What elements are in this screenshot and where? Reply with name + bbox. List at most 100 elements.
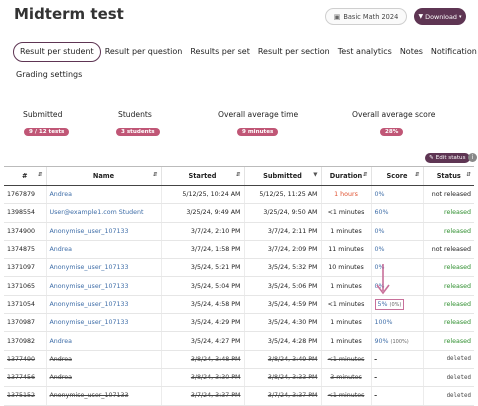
column-header-duration[interactable]: Duration ⇵ [320,166,371,186]
row-duration: 1 minutes [320,222,371,241]
row-submitted: 3/7/24, 2:11 PM [243,222,321,241]
sort-icon[interactable]: ⇵ [38,172,43,178]
row-status: released [422,258,474,278]
row-id: 1374900 [4,222,46,241]
row-started: 5/12/25, 10:24 AM [160,185,244,205]
row-status: not released [422,185,474,205]
row-submitted: 3/5/24, 4:59 PM [243,295,321,315]
row-id: 1398554 [4,203,46,223]
column-header-name[interactable]: Name ⇵ [45,166,161,186]
stat-avg-score-label: Overall average score [352,110,436,119]
row-score: - [370,368,423,388]
table-row[interactable]: 1371065 Anonymise_user_107133 3/5/24, 5:… [4,276,474,296]
student-name-link[interactable]: Anonymise_user_107133 [45,258,161,278]
tab-result-per-question[interactable]: Result per question [101,43,187,61]
course-label: Basic Math 2024 [343,12,399,21]
highlighted-score[interactable]: 5% (0%) [374,298,405,310]
column-header-submitted[interactable]: Submitted ▼ [243,166,321,186]
tab-grading-settings[interactable]: Grading settings [16,70,82,79]
row-submitted: 3/25/24, 9:50 AM [243,203,321,223]
column-header-started[interactable]: Started ⇵ [160,166,244,186]
column-header-score[interactable]: Score ⇵ [370,166,423,186]
results-table: # ⇵ Name ⇵ Started ⇵ Submitted ▼ Duration ⇵ S… [4,166,474,406]
row-score[interactable]: 90% (100%) [370,331,423,351]
sort-icon[interactable]: ⇵ [363,172,368,178]
stat-submitted-badge: 9 / 12 tests [24,128,70,136]
edit-status-label: Edit status [435,155,466,161]
student-name: Anonymise_user_107133 [45,386,161,406]
row-submitted: 5/12/25, 11:25 AM [243,185,321,205]
chevron-down-icon: ▾ [458,13,462,20]
table-row[interactable]: 1371097 Anonymise_user_107133 3/5/24, 5:… [4,258,474,278]
student-name-link[interactable]: Andrea [45,240,161,260]
row-score[interactable]: 0% [370,222,423,241]
student-name-link[interactable]: Andrea [45,185,161,205]
edit-status-button[interactable]: ✎ Edit status [425,153,470,163]
table-row-deleted[interactable]: 1375152 Anonymise_user_107133 3/7/24, 3:… [4,386,474,406]
row-id: 1370982 [4,331,46,351]
row-status: not released [422,240,474,260]
row-started: 3/5/24, 5:21 PM [160,258,244,278]
row-status: released [422,313,474,333]
row-duration: 1 hours [320,185,371,205]
download-button[interactable]: ▼ Download ▾ [414,8,466,25]
row-id: 1377490 [4,350,46,369]
row-duration: <1 minutes [320,386,371,406]
row-started: 3/5/24, 4:27 PM [160,331,244,351]
tab-result-per-section[interactable]: Result per section [254,43,334,61]
tab-results-per-set[interactable]: Results per set [186,43,254,61]
student-name-link[interactable]: Anonymise_user_107133 [45,295,161,315]
table-row[interactable]: 1370982 Andrea 3/5/24, 4:27 PM 3/5/24, 4… [4,331,474,351]
sort-icon[interactable]: ⇵ [153,172,158,178]
row-score[interactable]: 5% (0%) [370,295,423,315]
row-score[interactable]: 60% [370,203,423,223]
table-row[interactable]: 1398554 User@example1.com Student 3/25/2… [4,203,474,223]
student-name-link[interactable]: Anonymise_user_107133 [45,222,161,241]
column-header-status[interactable]: Status ⇵ [422,166,474,186]
course-selector-button[interactable]: ▣ Basic Math 2024 [325,8,407,25]
book-icon: ▣ [333,12,341,21]
stat-students-badge: 3 students [116,128,160,136]
row-score[interactable]: 0% [370,185,423,205]
table-row[interactable]: 1370987 Anonymise_user_107133 3/5/24, 4:… [4,313,474,333]
row-status: released [422,331,474,351]
row-duration: 1 minutes [320,276,371,296]
row-duration: 3 minutes [320,368,371,388]
table-row[interactable]: 1371054 Anonymise_user_107133 3/5/24, 4:… [4,295,474,315]
row-started: 3/7/24, 1:58 PM [160,240,244,260]
sort-icon[interactable]: ⇵ [466,172,471,178]
row-id: 1371054 [4,295,46,315]
row-score[interactable]: 0% [370,240,423,260]
row-started: 3/5/24, 4:29 PM [160,313,244,333]
download-label: Download [425,12,457,21]
column-header-id[interactable]: # ⇵ [4,166,46,186]
table-row[interactable]: 1374900 Anonymise_user_107133 3/7/24, 2:… [4,222,474,241]
student-name-link[interactable]: Anonymise_user_107133 [45,313,161,333]
row-submitted: 3/8/24, 3:33 PM [243,368,321,388]
table-row-deleted[interactable]: 1377456 Andrea 3/8/24, 3:30 PM 3/8/24, 3… [4,368,474,388]
row-duration: <1 minutes [320,203,371,223]
student-name-link[interactable]: Anonymise_user_107133 [45,276,161,296]
row-submitted: 3/5/24, 5:06 PM [243,276,321,296]
tab-notes[interactable]: Notes [396,43,427,61]
table-row[interactable]: 1767879 Andrea 5/12/25, 10:24 AM 5/12/25… [4,185,474,205]
table-row[interactable]: 1374875 Andrea 3/7/24, 1:58 PM 3/7/24, 2… [4,240,474,260]
student-name-link[interactable]: Andrea [45,331,161,351]
tab-notification[interactable]: Notification [427,43,478,61]
row-duration: 1 minutes [320,313,371,333]
tab-test-analytics[interactable]: Test analytics [334,43,396,61]
sort-icon[interactable]: ⇵ [236,172,241,178]
row-started: 3/7/24, 2:10 PM [160,222,244,241]
table-row-deleted[interactable]: 1377490 Andrea 3/8/24, 3:48 PM 3/8/24, 3… [4,350,474,369]
tab-result-per-student[interactable]: Result per student [13,42,101,62]
row-id: 1371097 [4,258,46,278]
row-started: 3/5/24, 4:58 PM [160,295,244,315]
tab-bar: Result per student Result per question R… [13,42,478,62]
student-name-link[interactable]: User@example1.com Student [45,203,161,223]
sort-desc-icon[interactable]: ▼ [313,172,317,178]
stat-avg-time-badge: 9 minutes [237,128,279,136]
sort-icon[interactable]: ⇵ [415,172,420,178]
info-icon[interactable]: i [468,153,477,162]
row-score[interactable]: 100% [370,313,423,333]
row-submitted: 3/8/24, 3:49 PM [243,350,321,369]
